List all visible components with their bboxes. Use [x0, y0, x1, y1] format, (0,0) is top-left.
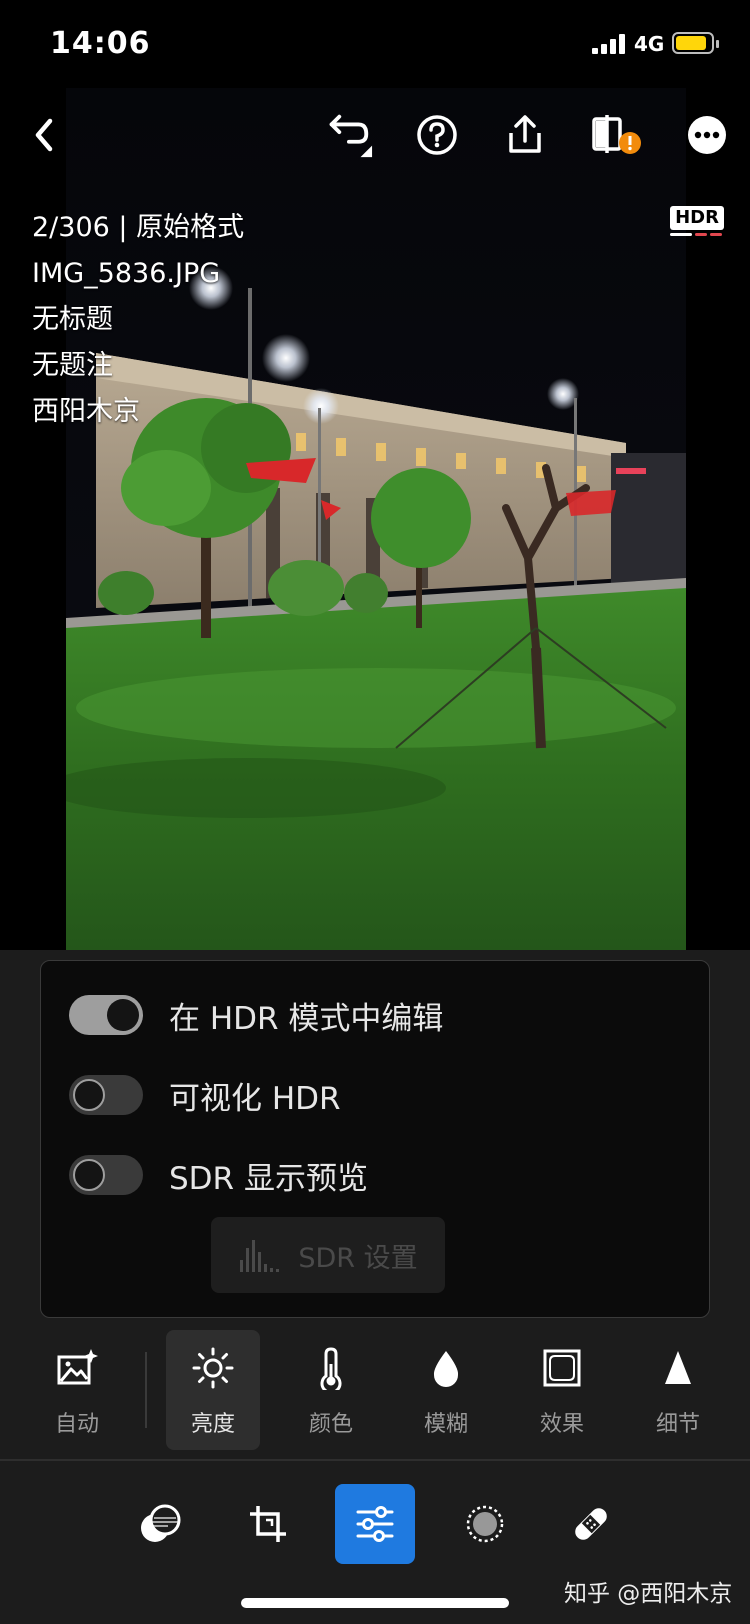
- adjust-tabs: 自动 亮度 颜色 模糊 效果 细节: [0, 1330, 750, 1454]
- sdr-settings-button[interactable]: SDR 设置: [211, 1217, 445, 1293]
- tab-divider: [145, 1352, 147, 1428]
- photo-title: 无标题: [32, 304, 113, 335]
- crop-tool[interactable]: [228, 1484, 308, 1564]
- tab-color-label: 颜色: [308, 1412, 353, 1437]
- photo-info: 2/306 | 原始格式 IMG_5836.JPG 无标题 无题注 西阳木京: [32, 205, 244, 435]
- thermometer-icon: [320, 1347, 342, 1390]
- status-time: 14:06: [50, 26, 151, 61]
- network-label: 4G: [634, 32, 665, 56]
- toggle-row-edit-hdr[interactable]: 在 HDR 模式中编辑: [69, 993, 443, 1037]
- tab-blur[interactable]: 模糊: [399, 1330, 493, 1450]
- hdr-badge: HDR: [670, 206, 724, 238]
- photo-filename: IMG_5836.JPG: [32, 258, 221, 289]
- photo-position: 2/306 | 原始格式: [32, 212, 245, 243]
- more-button[interactable]: [680, 108, 734, 162]
- watermark: 知乎 @西阳木京: [564, 1581, 733, 1607]
- healing-tool[interactable]: [551, 1484, 631, 1564]
- chevron-left-icon: [35, 118, 53, 152]
- presets-tool[interactable]: [120, 1484, 200, 1564]
- sdr-preview-toggle[interactable]: [69, 1155, 143, 1195]
- hdr-badge-bars: [670, 233, 724, 236]
- histogram-icon: [240, 1240, 280, 1272]
- triangle-icon: [665, 1351, 691, 1384]
- back-button[interactable]: [18, 108, 72, 162]
- tab-blur-label: 模糊: [423, 1412, 468, 1437]
- toggle-row-visualize-hdr[interactable]: 可视化 HDR: [69, 1073, 341, 1117]
- compare-warning-icon: [592, 115, 641, 154]
- edit-tool[interactable]: [335, 1484, 415, 1564]
- tab-effects[interactable]: 效果: [515, 1330, 609, 1450]
- home-indicator[interactable]: [241, 1598, 509, 1608]
- tab-auto[interactable]: 自动: [30, 1330, 124, 1450]
- healing-icon: [575, 1508, 607, 1540]
- compare-button[interactable]: [590, 108, 644, 162]
- signal-icon: [592, 34, 628, 54]
- tab-light-label: 亮度: [190, 1412, 235, 1437]
- tab-detail[interactable]: 细节: [631, 1330, 725, 1450]
- tab-auto-label: 自动: [54, 1412, 99, 1437]
- crop-icon: [250, 1506, 286, 1542]
- tab-color[interactable]: 颜色: [284, 1330, 378, 1450]
- share-icon: [509, 115, 541, 153]
- battery-icon: [672, 32, 719, 54]
- edit-in-hdr-label: 在 HDR 模式中编辑: [169, 1000, 444, 1037]
- undo-icon: [329, 114, 373, 158]
- tab-light[interactable]: 亮度: [166, 1330, 260, 1450]
- hdr-options-panel: 在 HDR 模式中编辑 可视化 HDR SDR 显示预览 SDR 设置: [40, 960, 710, 1318]
- share-button[interactable]: [498, 108, 552, 162]
- tool-bar: [0, 1484, 750, 1564]
- help-circle-icon: [417, 115, 457, 155]
- undo-button[interactable]: [320, 108, 374, 162]
- sdr-settings-label: SDR 设置: [298, 1242, 418, 1274]
- presets-icon: [141, 1504, 181, 1542]
- help-button[interactable]: [410, 108, 464, 162]
- photo-author: 西阳木京: [32, 396, 140, 427]
- drop-icon: [433, 1351, 459, 1387]
- more-icon: [688, 116, 726, 154]
- sun-icon: [192, 1347, 234, 1389]
- edit-in-hdr-toggle[interactable]: [69, 995, 143, 1035]
- masking-tool[interactable]: [445, 1484, 525, 1564]
- vignette-icon: [543, 1349, 581, 1387]
- toggle-row-sdr-preview[interactable]: SDR 显示预览: [69, 1153, 368, 1197]
- visualize-hdr-toggle[interactable]: [69, 1075, 143, 1115]
- masking-icon: [466, 1505, 504, 1543]
- tab-effects-label: 效果: [539, 1412, 584, 1437]
- sdr-preview-label: SDR 显示预览: [169, 1160, 368, 1197]
- top-toolbar: [0, 100, 750, 170]
- sliders-icon: [356, 1506, 394, 1542]
- visualize-hdr-label: 可视化 HDR: [169, 1080, 341, 1117]
- auto-photo-icon: [57, 1349, 98, 1385]
- divider: [0, 1459, 750, 1461]
- status-bar: 14:06 4G: [0, 0, 750, 88]
- photo-caption: 无题注: [32, 350, 113, 381]
- tab-detail-label: 细节: [655, 1412, 700, 1437]
- hdr-badge-label: HDR: [670, 206, 724, 230]
